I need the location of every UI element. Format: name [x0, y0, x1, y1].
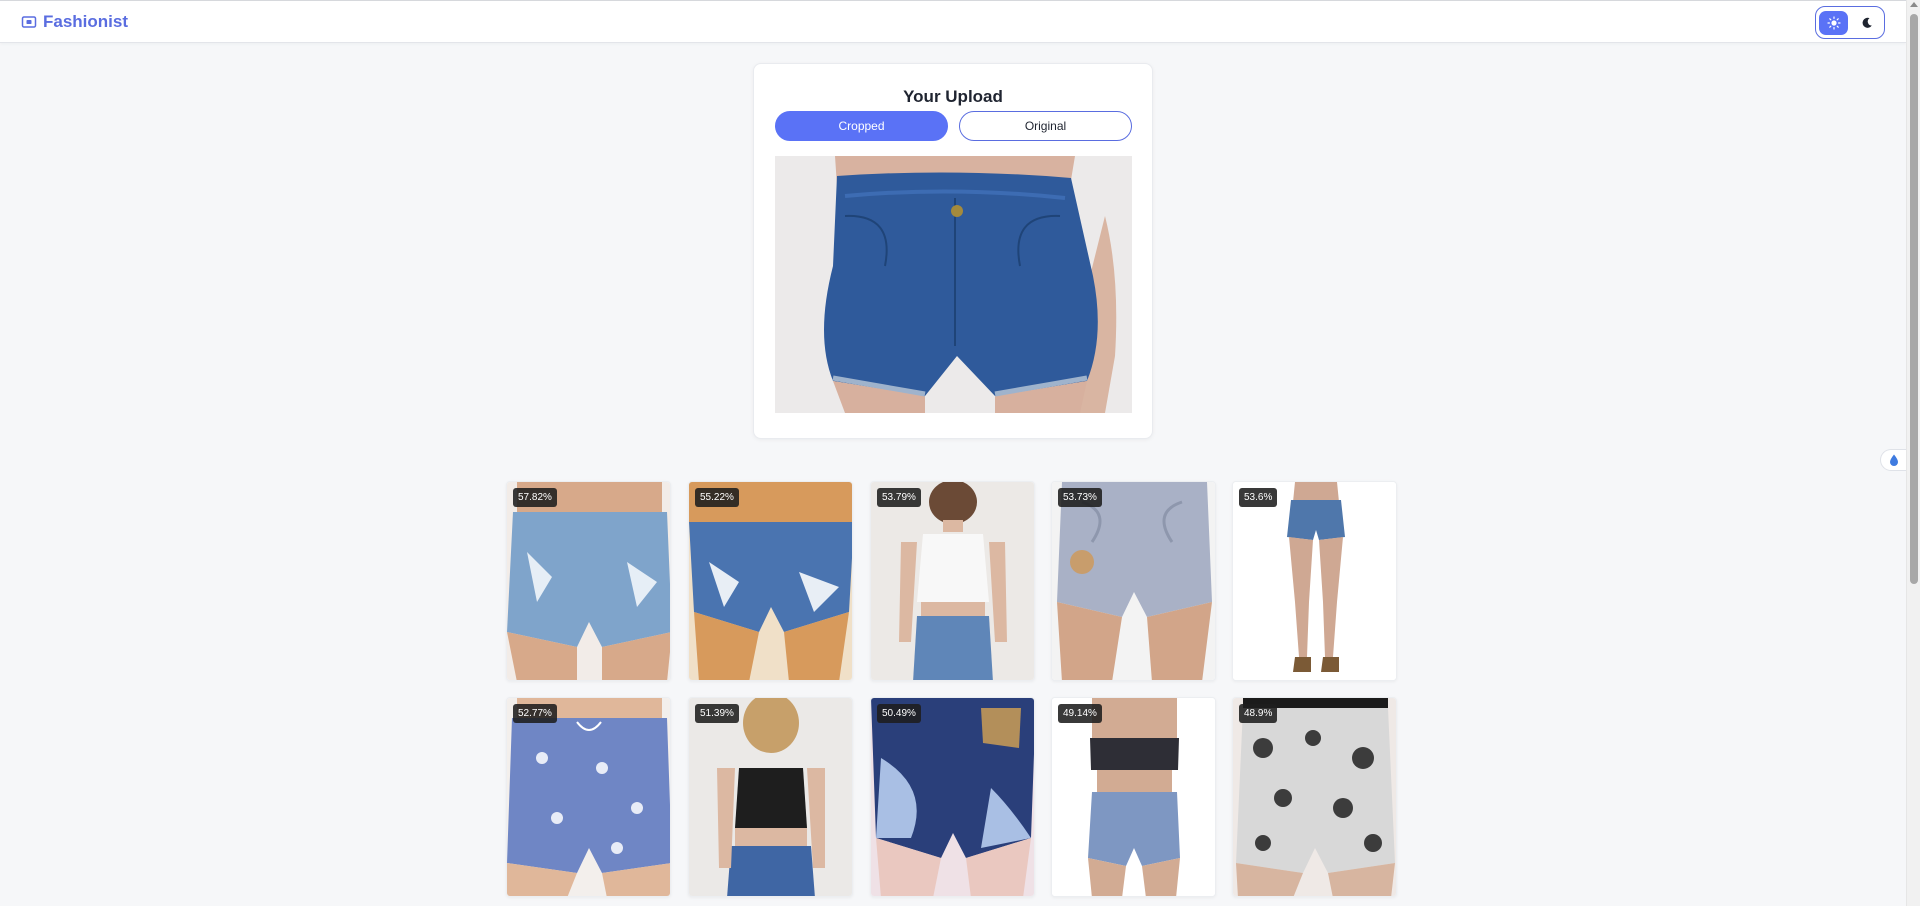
result-thumbnail	[1052, 698, 1215, 896]
photo-icon	[21, 16, 37, 28]
moon-icon	[1862, 17, 1872, 28]
theme-toggle	[1815, 6, 1885, 39]
tab-original[interactable]: Original	[959, 111, 1132, 141]
tab-cropped[interactable]: Cropped	[775, 111, 948, 141]
similarity-badge: 53.79%	[877, 488, 921, 507]
result-card[interactable]: 52.77%	[506, 697, 671, 897]
result-thumbnail	[507, 698, 670, 896]
similarity-badge: 53.73%	[1058, 488, 1102, 507]
side-tool-button[interactable]	[1880, 449, 1906, 471]
similarity-badge: 55.22%	[695, 488, 739, 507]
similarity-badge: 53.6%	[1239, 488, 1278, 507]
result-card[interactable]: 53.73%	[1051, 481, 1216, 681]
result-thumbnail	[1052, 482, 1215, 680]
result-card[interactable]: 51.39%	[688, 697, 853, 897]
result-thumbnail	[507, 482, 670, 680]
navbar: Fashionist	[0, 1, 1906, 43]
result-card[interactable]: 53.79%	[870, 481, 1035, 681]
upload-title: Your Upload	[903, 87, 1003, 106]
brand-name: Fashionist	[43, 12, 129, 31]
scroll-thumb[interactable]	[1910, 14, 1918, 584]
scroll-up-arrow-icon[interactable]	[1910, 2, 1918, 7]
page-scrollbar[interactable]	[1906, 0, 1920, 906]
result-card[interactable]: 57.82%	[506, 481, 671, 681]
similarity-badge: 57.82%	[513, 488, 557, 507]
dark-theme-button[interactable]	[1852, 11, 1881, 35]
similarity-badge: 50.49%	[877, 704, 921, 723]
sun-icon	[1826, 15, 1841, 30]
result-card[interactable]: 49.14%	[1051, 697, 1216, 897]
similarity-badge: 49.14%	[1058, 704, 1102, 723]
result-card[interactable]: 55.22%	[688, 481, 853, 681]
droplet-icon	[1889, 454, 1898, 466]
light-theme-button[interactable]	[1819, 10, 1848, 35]
result-thumbnail	[1233, 482, 1396, 680]
result-card[interactable]: 53.6%	[1232, 481, 1397, 681]
result-thumbnail	[689, 482, 852, 680]
upload-card: Your Upload Cropped Original	[753, 63, 1153, 439]
similarity-badge: 52.77%	[513, 704, 557, 723]
result-thumbnail	[871, 482, 1034, 680]
similarity-badge: 51.39%	[695, 704, 739, 723]
brand-link[interactable]: Fashionist	[21, 11, 128, 33]
result-card[interactable]: 48.9%	[1232, 697, 1397, 897]
result-card[interactable]: 50.49%	[870, 697, 1035, 897]
result-thumbnail	[1233, 698, 1396, 896]
uploaded-image	[775, 156, 1132, 413]
result-thumbnail	[689, 698, 852, 896]
similarity-badge: 48.9%	[1239, 704, 1278, 723]
result-thumbnail	[871, 698, 1034, 896]
